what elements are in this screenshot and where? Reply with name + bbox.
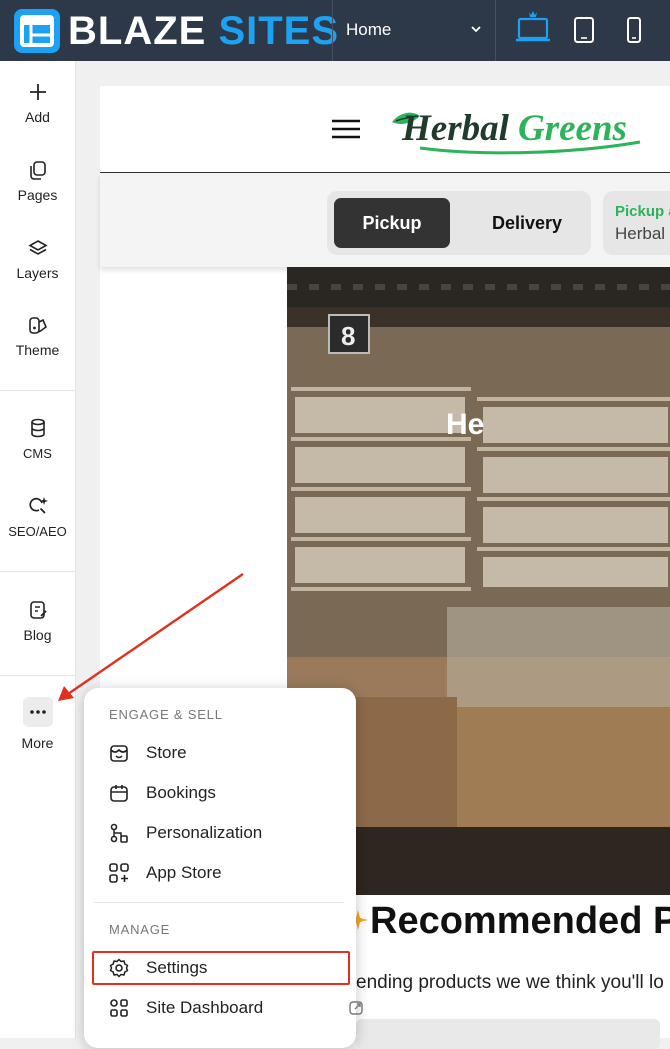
sidebar-item-label: SEO/AEO xyxy=(8,524,67,539)
pages-icon xyxy=(29,161,46,180)
pickup-button[interactable]: Pickup xyxy=(334,198,450,248)
pickup-title: Pickup a xyxy=(615,203,670,220)
logo-greens: Greens xyxy=(518,108,627,149)
divider xyxy=(94,902,344,903)
menu-item-personalization[interactable]: Personalization xyxy=(108,817,338,849)
store-icon xyxy=(110,745,128,762)
sidebar-item-label: Pages xyxy=(17,187,58,203)
logo-sites: SITES xyxy=(218,9,340,53)
layers-icon xyxy=(27,240,48,255)
mobile-icon[interactable] xyxy=(622,16,646,44)
hero-heading: He xyxy=(446,408,485,441)
sidebar-item-theme[interactable]: Theme xyxy=(0,314,75,360)
chevron-down-icon[interactable] xyxy=(469,22,483,36)
divider xyxy=(332,0,333,61)
pickup-location: Herbal xyxy=(615,224,666,243)
theme-icon xyxy=(28,317,47,334)
blaze-sites-logo: BLAZE SITES xyxy=(68,8,339,54)
sidebar-item-cms[interactable]: CMS xyxy=(0,417,75,463)
section-manage: MANAGE xyxy=(109,922,171,937)
dashboard-icon xyxy=(110,999,128,1017)
seo-sparkle-icon xyxy=(28,497,48,514)
divider xyxy=(0,675,75,676)
plus-icon xyxy=(29,84,46,100)
sidebar-item-label: Theme xyxy=(15,342,60,358)
more-menu-popover: ENGAGE & SELL Store Bookings Personaliza… xyxy=(84,688,363,1048)
sidebar-item-label: Layers xyxy=(16,265,59,281)
external-link-icon[interactable] xyxy=(348,1000,364,1016)
divider xyxy=(495,0,496,61)
left-sidebar: Add Pages Layers Theme CMS SEO/AEO Blog … xyxy=(0,61,76,1038)
blog-icon xyxy=(29,601,47,619)
top-toolbar: BLAZE SITES Home xyxy=(0,0,670,61)
menu-item-store[interactable]: Store xyxy=(108,737,338,769)
sidebar-item-layers[interactable]: Layers xyxy=(0,237,75,283)
menu-item-site-dashboard[interactable]: Site Dashboard xyxy=(108,992,363,1024)
pickup-location-card[interactable]: Pickup a Herbal xyxy=(603,191,670,255)
logo-herbal: Herbal xyxy=(401,108,510,149)
menu-item-bookings[interactable]: Bookings xyxy=(108,777,338,809)
sidebar-item-label: CMS xyxy=(23,446,52,461)
divider xyxy=(0,390,75,391)
sidebar-item-label: More xyxy=(21,735,54,751)
sidebar-item-add[interactable]: Add xyxy=(0,81,75,127)
menu-item-app-store[interactable]: App Store xyxy=(108,857,338,889)
tablet-icon[interactable] xyxy=(570,16,598,44)
recommended-title: Recommended P xyxy=(370,900,670,942)
sidebar-item-label: Add xyxy=(25,109,50,125)
product-card[interactable] xyxy=(356,1019,660,1049)
menu-item-label: Store xyxy=(146,743,187,762)
sidebar-item-pages[interactable]: Pages xyxy=(0,159,75,205)
sidebar-item-seo[interactable]: SEO/AEO xyxy=(0,495,75,541)
menu-item-label: Personalization xyxy=(146,823,263,842)
settings-highlight-box xyxy=(92,951,350,985)
herbal-greens-logo[interactable]: Herbal Greens xyxy=(390,100,645,160)
delivery-button[interactable]: Delivery xyxy=(469,198,585,248)
svg-text:8: 8 xyxy=(341,321,355,351)
app-store-icon xyxy=(109,863,129,883)
page-select[interactable]: Home xyxy=(346,20,391,40)
sidebar-item-more[interactable]: More xyxy=(0,697,75,753)
menu-item-label: Bookings xyxy=(146,783,216,802)
personalization-icon xyxy=(110,823,128,843)
divider xyxy=(0,571,75,572)
logo-blaze: BLAZE xyxy=(68,9,207,53)
section-engage-sell: ENGAGE & SELL xyxy=(109,707,223,722)
hamburger-menu-icon[interactable] xyxy=(332,118,360,140)
database-icon xyxy=(30,418,45,438)
order-type-toggle: Pickup Delivery xyxy=(327,191,591,255)
sidebar-item-label: Blog xyxy=(23,627,52,643)
more-dots-icon[interactable] xyxy=(22,697,53,727)
menu-item-label: App Store xyxy=(146,863,222,882)
calendar-icon xyxy=(110,785,128,802)
sidebar-item-blog[interactable]: Blog xyxy=(0,599,75,645)
menu-item-label: Site Dashboard xyxy=(146,998,264,1017)
recommended-subtitle: ending products we we think you'll lo xyxy=(356,972,664,993)
blaze-logo-icon xyxy=(14,9,60,53)
desktop-icon[interactable] xyxy=(514,6,552,44)
